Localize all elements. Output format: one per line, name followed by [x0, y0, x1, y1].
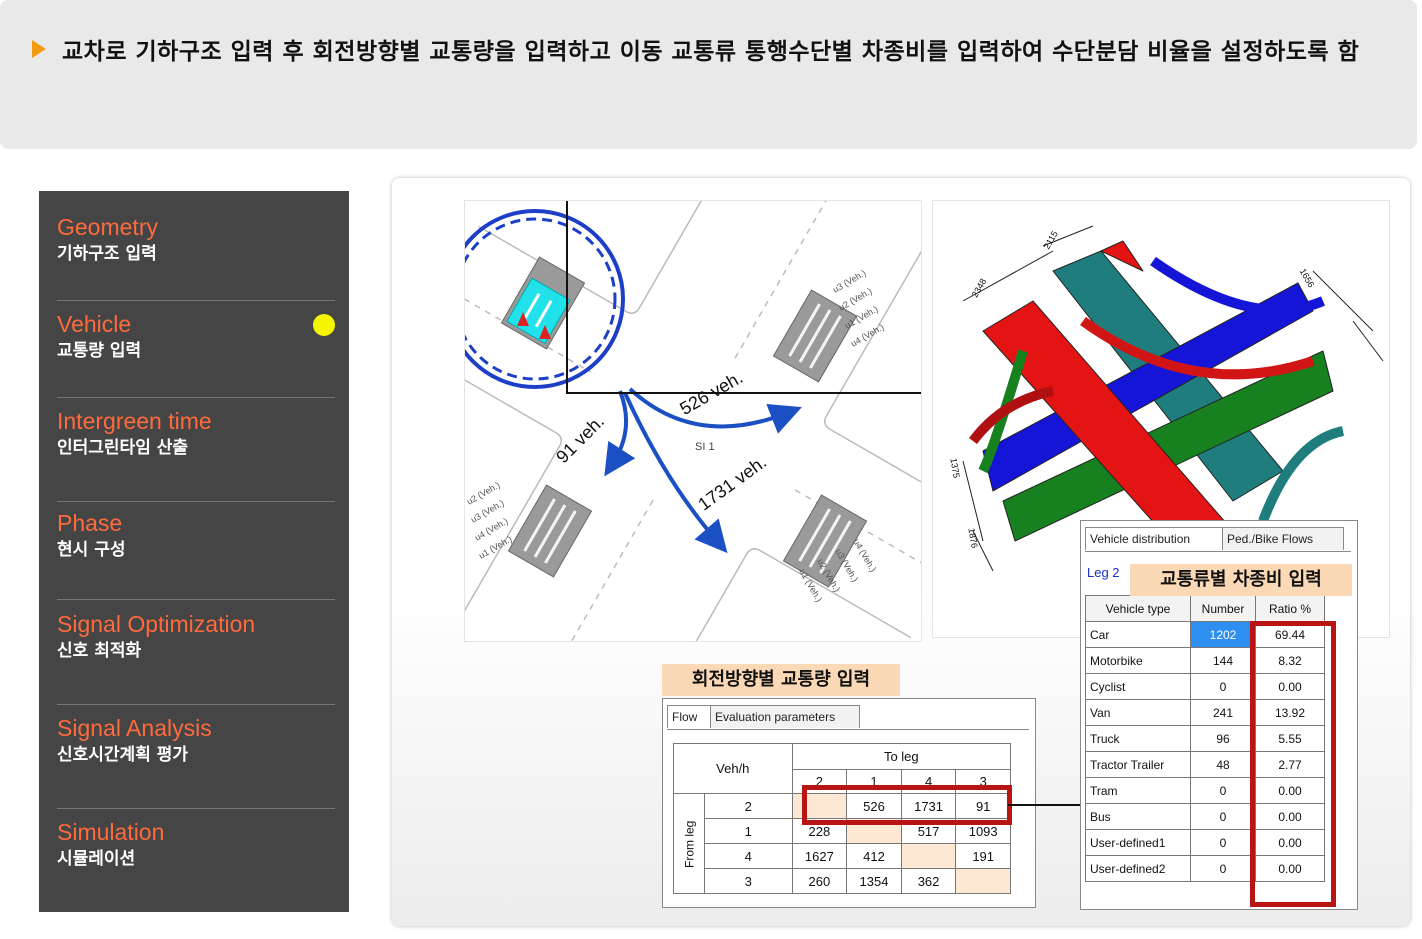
flow-cell[interactable]	[955, 868, 1011, 894]
sidebar-item-signal-analysis[interactable]: Signal Analysis 신호시간계획 평가	[57, 714, 337, 768]
flow-cell[interactable]	[900, 843, 957, 869]
divider	[57, 501, 335, 502]
flow-cell[interactable]: 362	[900, 868, 957, 894]
vehicle-type: Tractor Trailer	[1085, 751, 1191, 778]
sidebar-item-subtitle: 인터그린타임 산출	[57, 438, 189, 458]
sidebar-item-title: Simulation	[57, 819, 165, 845]
from-leg-header: From leg	[673, 793, 705, 894]
sidebar-item-subtitle: 신호 최적화	[57, 641, 142, 661]
sidebar-item-subtitle: 현시 구성	[57, 540, 126, 560]
vehicle-type: Truck	[1085, 725, 1191, 752]
flow-cell[interactable]: 1627	[791, 843, 848, 869]
flow-cell[interactable]: 412	[846, 843, 902, 869]
sidebar-item-signal-optimization[interactable]: Signal Optimization 신호 최적화	[57, 610, 337, 664]
column-header: Ratio %	[1255, 595, 1325, 622]
vehicle-type: Bus	[1085, 803, 1191, 830]
sidebar-item-phase[interactable]: Phase 현시 구성	[57, 509, 337, 563]
sidebar-item-title: Phase	[57, 510, 123, 536]
sidebar-item-title: Signal Analysis	[57, 715, 212, 741]
intersection-diagram: u3 (Veh.) u2 (Veh.) u1 (Veh.) u4 (Veh.) …	[464, 200, 922, 642]
sidebar-item-title: Geometry	[57, 214, 158, 240]
corner-label: Veh/h	[673, 743, 793, 794]
content-panel: u3 (Veh.) u2 (Veh.) u1 (Veh.) u4 (Veh.) …	[392, 178, 1410, 926]
sidebar-item-title: Intergreen time	[57, 408, 212, 434]
tab-evaluation-parameters[interactable]: Evaluation parameters	[710, 705, 860, 728]
vehicle-type: Van	[1085, 699, 1191, 726]
vehicle-type: Tram	[1085, 777, 1191, 804]
vehicle-ratio-input-label: 교통류별 차종비 입력	[1130, 564, 1352, 596]
flow-cell[interactable]: 260	[791, 868, 848, 894]
vehicle-type: User-defined1	[1085, 829, 1191, 856]
vehicle-type: Motorbike	[1085, 647, 1191, 674]
vehicle-number[interactable]: 241	[1190, 699, 1256, 726]
row-header: 4	[704, 843, 793, 869]
vehicle-number[interactable]: 0	[1190, 777, 1256, 804]
column-header: Vehicle type	[1085, 595, 1191, 622]
divider	[57, 704, 335, 705]
divider	[57, 808, 335, 809]
divider	[57, 599, 335, 600]
tab-flow[interactable]: Flow	[667, 705, 711, 728]
header-text: 교차로 기하구조 입력 후 회전방향별 교통량을 입력하고 이동 교통류 통행수…	[62, 39, 1360, 65]
to-leg-header: To leg	[791, 743, 1012, 770]
vehicle-number[interactable]: 0	[1190, 829, 1256, 856]
row-header: 1	[704, 818, 793, 844]
tab-vehicle-distribution[interactable]: Vehicle distribution	[1085, 527, 1223, 550]
divider	[57, 397, 335, 398]
ratio-column-highlight	[1250, 621, 1336, 907]
vehicle-type: Cyclist	[1085, 673, 1191, 700]
vehicle-type: Car	[1085, 621, 1191, 648]
header-banner: 교차로 기하구조 입력 후 회전방향별 교통량을 입력하고 이동 교통류 통행수…	[0, 0, 1417, 149]
vehicle-number[interactable]: 0	[1190, 673, 1256, 700]
flow-cell[interactable]: 191	[955, 843, 1011, 869]
vehicle-number[interactable]: 96	[1190, 725, 1256, 752]
vehicle-type: User-defined2	[1085, 855, 1191, 882]
vehicle-number[interactable]: 48	[1190, 751, 1256, 778]
flow-row-highlight	[802, 785, 1012, 825]
row-header: 2	[704, 793, 793, 819]
vehicle-number[interactable]: 0	[1190, 803, 1256, 830]
intersection-drawing: u3 (Veh.) u2 (Veh.) u1 (Veh.) u4 (Veh.) …	[465, 201, 921, 641]
sidebar-item-subtitle: 교통량 입력	[57, 341, 142, 361]
workflow-sidebar: Geometry 기하구조 입력 Vehicle 교통량 입력 Intergre…	[39, 191, 349, 912]
sidebar-item-subtitle: 신호시간계획 평가	[57, 745, 189, 765]
column-header: Number	[1190, 595, 1256, 622]
vehicle-number[interactable]: 0	[1190, 855, 1256, 882]
svg-text:u4 (Veh.): u4 (Veh.)	[851, 537, 878, 574]
flow-cell[interactable]: 1354	[846, 868, 902, 894]
sidebar-item-simulation[interactable]: Simulation 시뮬레이션	[57, 818, 337, 872]
sidebar-item-subtitle: 시뮬레이션	[57, 849, 136, 869]
sidebar-item-vehicle[interactable]: Vehicle 교통량 입력	[57, 310, 337, 364]
vehicle-number[interactable]: 144	[1190, 647, 1256, 674]
divider	[57, 300, 335, 301]
triangle-bullet-icon	[32, 40, 46, 58]
tab-ped-bike-flows[interactable]: Ped./Bike Flows	[1222, 527, 1344, 550]
vehicle-number[interactable]: 1202	[1190, 621, 1256, 648]
row-header: 3	[704, 868, 793, 894]
node-label: SI 1	[695, 441, 715, 453]
sidebar-item-subtitle: 기하구조 입력	[57, 244, 157, 264]
sidebar-item-intergreen[interactable]: Intergreen time 인터그린타임 산출	[57, 407, 337, 461]
flow-input-label: 회전방향별 교통량 입력	[662, 664, 900, 696]
leg-label: Leg 2	[1087, 565, 1120, 580]
active-indicator-dot-icon	[313, 314, 335, 336]
sidebar-item-title: Vehicle	[57, 311, 132, 337]
sidebar-item-geometry[interactable]: Geometry 기하구조 입력	[57, 213, 337, 267]
sidebar-item-title: Signal Optimization	[57, 611, 256, 637]
